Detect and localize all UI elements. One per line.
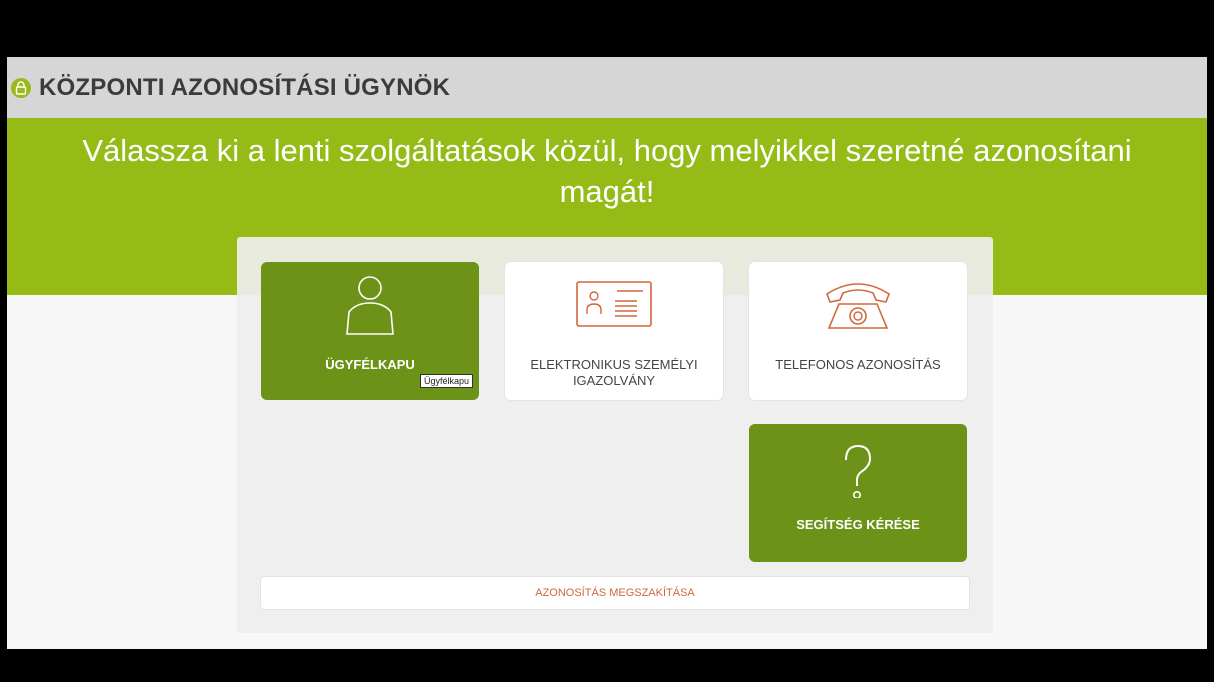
tile-ugyfelkapu[interactable]: ÜGYFÉLKAPU Ügyfélkapu [261,262,479,400]
video-frame: KÖZPONTI AZONOSÍTÁSI ÜGYNÖK Válassza ki … [0,0,1214,682]
tile-segitseg-label: SEGÍTSÉG KÉRÉSE [796,517,920,532]
tile-eszemelyi-label-line2: IGAZOLVÁNY [572,373,656,388]
tile-segitseg[interactable]: SEGÍTSÉG KÉRÉSE [749,424,967,562]
login-screen: KÖZPONTI AZONOSÍTÁSI ÜGYNÖK Válassza ki … [7,57,1207,649]
cancel-auth-button[interactable]: AZONOSÍTÁS MEGSZAKÍTÁSA [261,577,969,609]
tile-eszemelyi-label-line1: ELEKTRONIKUS SZEMÉLYI [530,357,698,372]
tile-telefonos-label: TELEFONOS AZONOSÍTÁS [775,357,941,372]
tile-ugyfelkapu-label: ÜGYFÉLKAPU [325,357,415,372]
question-mark-icon [845,444,872,498]
id-card-icon [576,281,652,327]
telephone-icon [826,283,890,329]
user-icon [346,276,394,335]
header-bar: KÖZPONTI AZONOSÍTÁSI ÜGYNÖK [7,57,1207,118]
tile-telefonos[interactable]: TELEFONOS AZONOSÍTÁS [749,262,967,400]
app-title: KÖZPONTI AZONOSÍTÁSI ÜGYNÖK [39,74,451,101]
hero-heading: Válassza ki a lenti szolgáltatások közül… [82,133,1132,209]
letterbox-top [0,0,1214,57]
lock-icon [11,78,31,98]
letterbox-bottom [0,649,1214,682]
tile-eszemelyi[interactable]: ELEKTRONIKUS SZEMÉLYI IGAZOLVÁNY [505,262,723,400]
tooltip: Ügyfélkapu [420,374,474,388]
auth-options-panel: ÜGYFÉLKAPU Ügyfélkapu ELEKTRONIKUS SZEMÉ… [237,237,993,633]
